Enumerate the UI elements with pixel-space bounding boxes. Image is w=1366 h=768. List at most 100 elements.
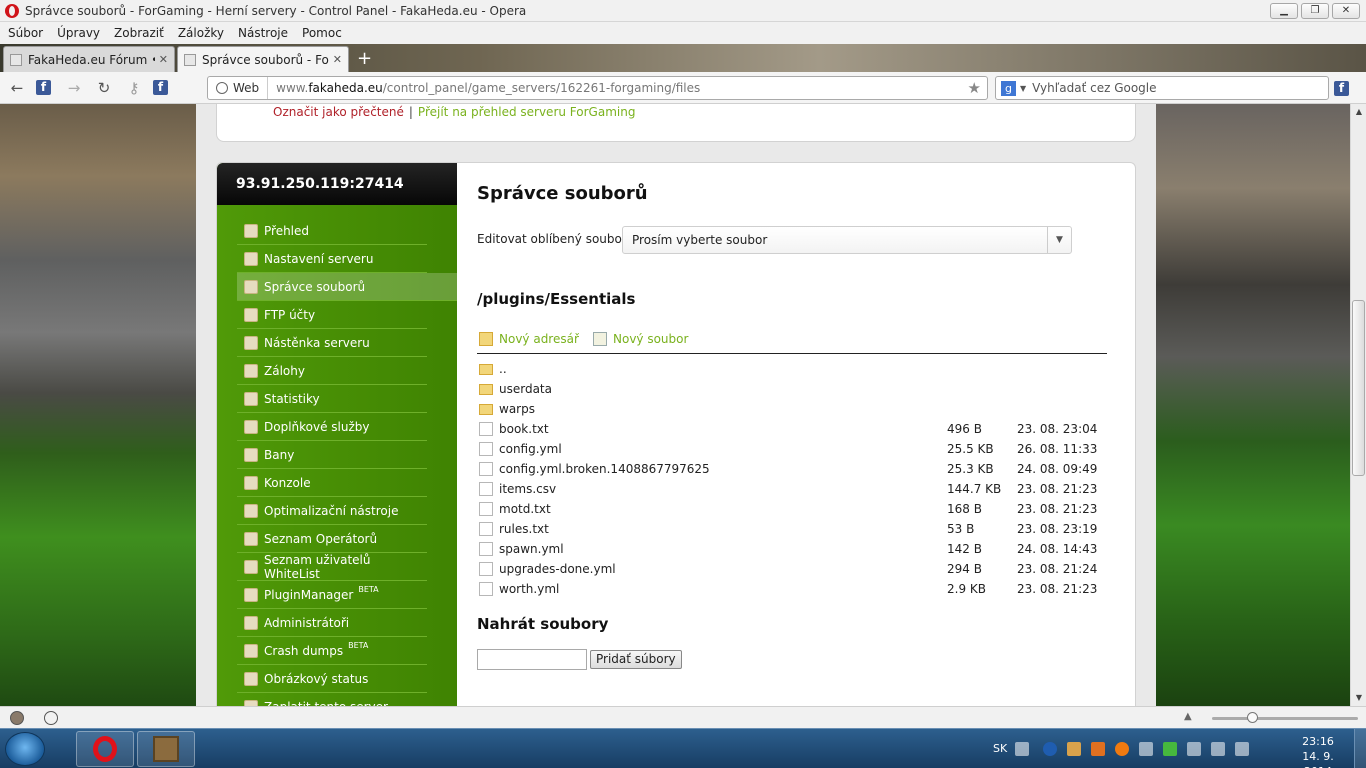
new-directory-link[interactable]: Nový adresář xyxy=(479,332,579,346)
sidebar-item[interactable]: Crash dumps BETA xyxy=(237,637,427,665)
file-name[interactable]: motd.txt xyxy=(499,499,551,519)
menu-view[interactable]: Zobraziť xyxy=(114,26,164,40)
tab-file-manager[interactable]: Správce souborů - For... ✕ xyxy=(177,46,349,72)
menu-file[interactable]: Súbor xyxy=(8,26,43,40)
menu-help[interactable]: Pomoc xyxy=(302,26,342,40)
sidebar-item[interactable]: Bany xyxy=(237,441,427,469)
taskbar-opera[interactable] xyxy=(76,731,134,767)
file-row[interactable]: rules.txt 53 B 23. 08. 23:19 xyxy=(477,519,1107,539)
zoom-slider-handle[interactable] xyxy=(1247,712,1258,723)
network-globe-icon[interactable] xyxy=(1043,742,1057,756)
minimize-button[interactable]: ▁ xyxy=(1270,3,1298,19)
sidebar-item[interactable]: Administrátoři xyxy=(237,609,427,637)
zoom-fit-icon[interactable]: ▲ xyxy=(1184,711,1192,722)
google-icon[interactable]: g xyxy=(1001,80,1016,96)
file-row[interactable]: book.txt 496 B 23. 08. 23:04 xyxy=(477,419,1107,439)
file-name[interactable]: book.txt xyxy=(499,419,549,439)
scroll-up-icon[interactable]: ▲ xyxy=(1351,104,1366,120)
sidebar-item[interactable]: Nástěnka serveru xyxy=(237,329,427,357)
add-files-button[interactable]: Pridať súbory xyxy=(590,650,682,669)
file-row[interactable]: items.csv 144.7 KB 23. 08. 21:23 xyxy=(477,479,1107,499)
speed-dial-icon[interactable] xyxy=(44,711,58,725)
new-file-link[interactable]: Nový soubor xyxy=(593,332,688,346)
file-row[interactable]: config.yml.broken.1408867797625 25.3 KB 24… xyxy=(477,459,1107,479)
sidebar-item[interactable]: FTP účty xyxy=(237,301,427,329)
sidebar-item[interactable]: Přehled xyxy=(237,217,427,245)
new-tab-icon[interactable]: + xyxy=(357,46,372,72)
chevron-down-icon[interactable]: ▼ xyxy=(1047,227,1071,253)
close-button[interactable]: ✕ xyxy=(1332,3,1360,19)
sidebar-item[interactable]: Seznam Operátorů xyxy=(237,525,427,553)
sidebar-item[interactable]: Optimalizační nástroje xyxy=(237,497,427,525)
folder-name[interactable]: warps xyxy=(499,399,535,419)
vertical-scrollbar[interactable]: ▲ ▼ xyxy=(1350,104,1366,706)
folder-name[interactable]: .. xyxy=(499,359,507,379)
web-badge[interactable]: Web xyxy=(208,77,269,99)
search-dropdown-icon[interactable]: ▼ xyxy=(1020,84,1026,93)
bookmark-star-icon[interactable]: ★ xyxy=(968,79,981,97)
sidebar-item[interactable]: Správce souborů xyxy=(237,273,457,301)
device-icon[interactable] xyxy=(1187,742,1201,756)
menu-tools[interactable]: Nástroje xyxy=(238,26,288,40)
mark-read-link[interactable]: Označit jako přečtené xyxy=(273,105,404,119)
file-name[interactable]: rules.txt xyxy=(499,519,549,539)
file-row[interactable]: worth.yml 2.9 KB 23. 08. 21:23 xyxy=(477,579,1107,599)
scroll-down-icon[interactable]: ▼ xyxy=(1351,690,1366,706)
file-name[interactable]: config.yml.broken.1408867797625 xyxy=(499,459,710,479)
panel-toggle-icon[interactable] xyxy=(10,711,24,725)
sidebar-item[interactable]: Konzole xyxy=(237,469,427,497)
warning-icon[interactable] xyxy=(1091,742,1105,756)
file-row[interactable]: config.yml 25.5 KB 26. 08. 11:33 xyxy=(477,439,1107,459)
close-tab-icon[interactable]: ✕ xyxy=(159,53,168,66)
facebook-icon[interactable]: f xyxy=(1334,81,1349,96)
file-name[interactable]: upgrades-done.yml xyxy=(499,559,616,579)
sidebar-item[interactable]: Zálohy xyxy=(237,357,427,385)
facebook-icon[interactable]: f xyxy=(36,80,51,95)
volume-icon[interactable] xyxy=(1235,742,1249,756)
sidebar-item[interactable]: PluginManager BETA xyxy=(237,581,427,609)
restore-button[interactable]: ❐ xyxy=(1301,3,1329,19)
sidebar-item[interactable]: Statistiky xyxy=(237,385,427,413)
file-name[interactable]: spawn.yml xyxy=(499,539,564,559)
zoom-slider-track[interactable] xyxy=(1212,717,1358,720)
menu-edit[interactable]: Úpravy xyxy=(57,26,100,40)
upload-file-input[interactable] xyxy=(477,649,587,670)
file-name[interactable]: items.csv xyxy=(499,479,556,499)
reload-icon[interactable]: ↻ xyxy=(91,79,117,97)
file-row[interactable]: upgrades-done.yml 294 B 23. 08. 21:24 xyxy=(477,559,1107,579)
menu-bookmarks[interactable]: Záložky xyxy=(178,26,224,40)
tab-forum[interactable]: FakaHeda.eu Fórum • ... ✕ xyxy=(3,46,175,72)
tray-circle-icon[interactable] xyxy=(1115,742,1129,756)
sidebar-item[interactable]: Nastavení serveru xyxy=(237,245,427,273)
sidebar-item[interactable]: Seznam uživatelů WhiteList xyxy=(237,553,427,581)
folder-row[interactable]: .. xyxy=(477,359,1107,379)
language-indicator[interactable]: SK xyxy=(993,742,1007,755)
green-app-icon[interactable] xyxy=(1163,742,1177,756)
folder-row[interactable]: userdata xyxy=(477,379,1107,399)
sidebar-item[interactable]: Doplňkové služby xyxy=(237,413,427,441)
address-field[interactable]: Web www.fakaheda.eu/control_panel/game_s… xyxy=(207,76,988,100)
folder-row[interactable]: warps xyxy=(477,399,1107,419)
back-icon[interactable]: ← xyxy=(4,79,30,97)
close-tab-icon[interactable]: ✕ xyxy=(333,53,342,66)
file-row[interactable]: motd.txt 168 B 23. 08. 21:23 xyxy=(477,499,1107,519)
search-field[interactable]: g ▼ Vyhľadať cez Google xyxy=(995,76,1329,100)
file-name[interactable]: config.yml xyxy=(499,439,562,459)
signal-icon[interactable] xyxy=(1211,742,1225,756)
wand-key-icon[interactable]: ⚷ xyxy=(121,79,147,97)
sidebar-item[interactable]: Obrázkový status xyxy=(237,665,427,693)
file-name[interactable]: worth.yml xyxy=(499,579,559,599)
file-row[interactable]: spawn.yml 142 B 24. 08. 14:43 xyxy=(477,539,1107,559)
server-overview-link[interactable]: Přejít na přehled serveru ForGaming xyxy=(418,105,636,119)
start-button[interactable] xyxy=(5,732,45,766)
scroll-thumb[interactable] xyxy=(1352,300,1365,476)
show-desktop-button[interactable] xyxy=(1354,729,1366,768)
keyboard-icon[interactable] xyxy=(1015,742,1029,756)
forward-icon[interactable]: → xyxy=(61,79,87,97)
folder-name[interactable]: userdata xyxy=(499,379,552,399)
favorite-file-select[interactable]: Prosím vyberte soubor ▼ xyxy=(622,226,1072,254)
tray-app-icon[interactable] xyxy=(1067,742,1081,756)
clock[interactable]: 23:16 14. 9. 2014 xyxy=(1288,734,1348,768)
display-icon[interactable] xyxy=(1139,742,1153,756)
sidebar-item[interactable]: Zaplatit tento server xyxy=(237,693,427,706)
